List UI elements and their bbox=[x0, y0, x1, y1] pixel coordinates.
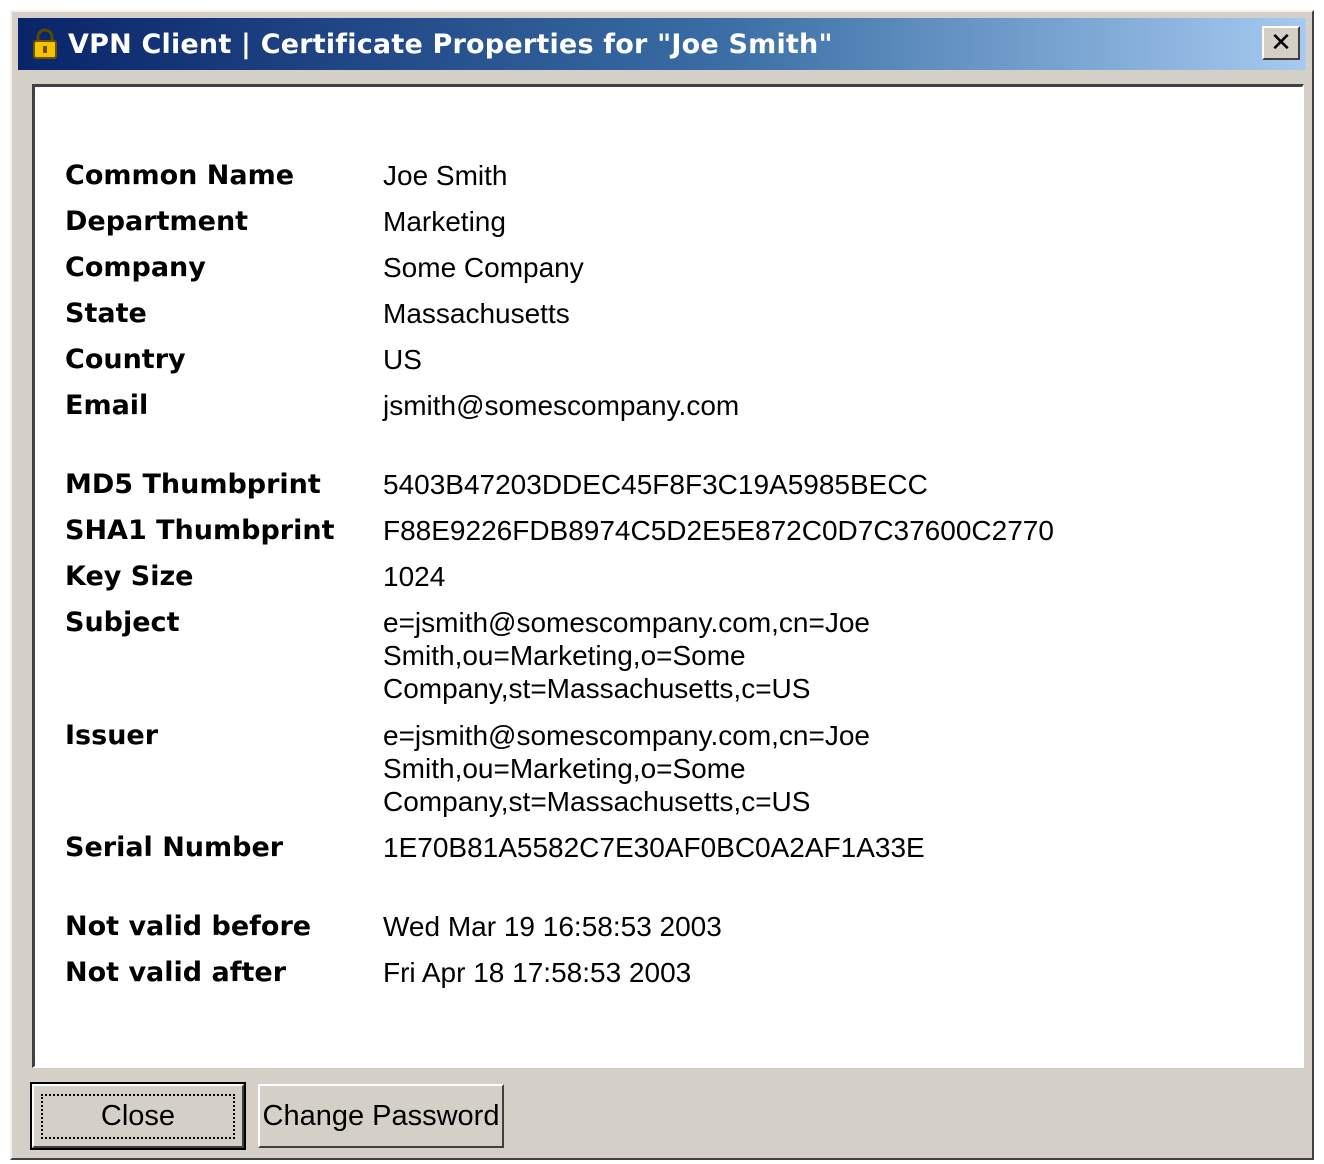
field-value: 1E70B81A5582C7E30AF0BC0A2AF1A33E bbox=[383, 832, 925, 863]
field-label: Country bbox=[65, 344, 186, 375]
field-value: Wed Mar 19 16:58:53 2003 bbox=[383, 911, 722, 942]
field-row-department: Department Marketing bbox=[65, 205, 1203, 238]
subject-line: e=jsmith@somescompany.com,cn=Joe bbox=[383, 607, 870, 638]
close-button[interactable]: Close bbox=[30, 1082, 246, 1150]
certificate-properties-window: VPN Client | Certificate Properties for … bbox=[10, 10, 1314, 1160]
field-row-company: Company Some Company bbox=[65, 251, 1203, 284]
field-value: e=jsmith@somescompany.com,cn=Joe Smith,o… bbox=[383, 606, 883, 705]
field-label: Subject bbox=[65, 607, 180, 638]
field-row-not-valid-before: Not valid before Wed Mar 19 16:58:53 200… bbox=[65, 910, 1203, 943]
field-row-issuer: Issuer e=jsmith@somescompany.com,cn=Joe … bbox=[65, 719, 1203, 818]
field-value: Marketing bbox=[383, 206, 506, 237]
window-title: VPN Client | Certificate Properties for … bbox=[68, 28, 833, 60]
field-row-email: Email jsmith@somescompany.com bbox=[65, 389, 1203, 422]
close-window-button[interactable]: ✕ bbox=[1262, 26, 1300, 60]
field-row-country: Country US bbox=[65, 343, 1203, 376]
issuer-line: Smith,ou=Marketing,o=Some bbox=[383, 753, 746, 784]
field-value: Massachusetts bbox=[383, 298, 570, 329]
field-value: jsmith@somescompany.com bbox=[383, 390, 740, 421]
close-icon: ✕ bbox=[1270, 28, 1292, 58]
certificate-details-panel: Common Name Joe Smith Department Marketi… bbox=[32, 84, 1304, 1068]
field-label: Company bbox=[65, 252, 206, 283]
close-button-label: Close bbox=[40, 1093, 236, 1139]
field-label: Serial Number bbox=[65, 832, 284, 863]
lock-icon bbox=[28, 26, 62, 62]
subject-line: Smith,ou=Marketing,o=Some bbox=[383, 640, 746, 671]
field-row-not-valid-after: Not valid after Fri Apr 18 17:58:53 2003 bbox=[65, 956, 1203, 989]
field-value: 1024 bbox=[383, 561, 446, 592]
title-bar[interactable]: VPN Client | Certificate Properties for … bbox=[18, 18, 1306, 70]
issuer-line: e=jsmith@somescompany.com,cn=Joe bbox=[383, 720, 870, 751]
field-label: Issuer bbox=[65, 720, 159, 751]
field-row-subject: Subject e=jsmith@somescompany.com,cn=Joe… bbox=[65, 606, 1203, 705]
field-label: Department bbox=[65, 206, 249, 237]
field-label: Not valid after bbox=[65, 957, 287, 988]
field-value: F88E9226FDB8974C5D2E5E872C0D7C37600C2770 bbox=[383, 515, 1054, 546]
field-row-key-size: Key Size 1024 bbox=[65, 560, 1203, 593]
field-label: Email bbox=[65, 390, 149, 421]
field-value: Some Company bbox=[383, 252, 584, 283]
field-value: US bbox=[383, 344, 422, 375]
change-password-label: Change Password bbox=[262, 1099, 500, 1132]
field-value: Fri Apr 18 17:58:53 2003 bbox=[383, 957, 692, 988]
field-value: e=jsmith@somescompany.com,cn=Joe Smith,o… bbox=[383, 719, 883, 818]
field-label: Common Name bbox=[65, 160, 295, 191]
field-label: Not valid before bbox=[65, 911, 312, 942]
certificate-fields: Common Name Joe Smith Department Marketi… bbox=[65, 159, 1203, 989]
field-row-serial: Serial Number 1E70B81A5582C7E30AF0BC0A2A… bbox=[65, 831, 1203, 864]
subject-line: Company,st=Massachusetts,c=US bbox=[383, 673, 811, 704]
field-label: MD5 Thumbprint bbox=[65, 469, 321, 500]
field-label: SHA1 Thumbprint bbox=[65, 515, 335, 546]
change-password-button[interactable]: Change Password bbox=[258, 1084, 504, 1148]
field-row-state: State Massachusetts bbox=[65, 297, 1203, 330]
field-label: Key Size bbox=[65, 561, 194, 592]
field-row-sha1: SHA1 Thumbprint F88E9226FDB8974C5D2E5E87… bbox=[65, 514, 1203, 547]
field-row-common-name: Common Name Joe Smith bbox=[65, 159, 1203, 192]
issuer-line: Company,st=Massachusetts,c=US bbox=[383, 786, 811, 817]
field-label: State bbox=[65, 298, 147, 329]
field-value: Joe Smith bbox=[383, 160, 508, 191]
field-row-md5: MD5 Thumbprint 5403B47203DDEC45F8F3C19A5… bbox=[65, 468, 1203, 501]
field-value: 5403B47203DDEC45F8F3C19A5985BECC bbox=[383, 469, 928, 500]
